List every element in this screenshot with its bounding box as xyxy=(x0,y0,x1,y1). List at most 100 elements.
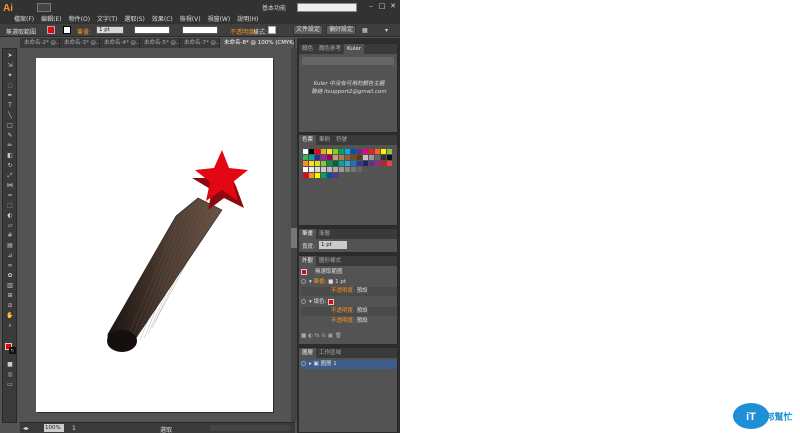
tab-kuler[interactable]: Kuler xyxy=(344,44,365,54)
artboard[interactable] xyxy=(36,58,273,412)
brush-dropdown[interactable] xyxy=(182,26,218,34)
stroke-row-label[interactable]: 筆畫: xyxy=(314,279,327,285)
layer-name[interactable]: 圖層 1 xyxy=(320,361,336,367)
color-swatch[interactable] xyxy=(321,173,326,178)
screen-mode-icon[interactable]: ▭ xyxy=(5,381,15,389)
document-tab[interactable]: 未命名-4* @... xyxy=(100,38,140,48)
preferences-button[interactable]: 偏好設定 xyxy=(326,25,356,35)
appearance-stroke-row[interactable]: ▾ 筆畫: ■ 1 pt xyxy=(301,278,397,287)
pencil-tool-icon[interactable]: ✏ xyxy=(5,142,15,150)
symbol-sprayer-icon[interactable]: ✿ xyxy=(5,272,15,280)
artwork[interactable] xyxy=(36,58,273,412)
perspective-grid-icon[interactable]: ▱ xyxy=(5,222,15,230)
color-swatch[interactable] xyxy=(345,149,350,154)
appearance-opacity-row[interactable]: 不透明度: 預設 xyxy=(301,307,397,316)
rectangle-tool-icon[interactable]: □ xyxy=(5,122,15,130)
tab-artboards[interactable]: 工作區域 xyxy=(316,348,344,358)
horizontal-scrollbar[interactable] xyxy=(210,425,290,431)
menu-type[interactable]: 文字(T) xyxy=(97,14,117,23)
color-swatch[interactable] xyxy=(375,161,380,166)
color-swatch[interactable] xyxy=(363,167,368,172)
appearance-fill-row[interactable]: ▾ 填色: xyxy=(301,298,397,307)
color-swatch[interactable] xyxy=(387,161,392,166)
blend-tool-icon[interactable]: ∞ xyxy=(5,262,15,270)
color-swatch[interactable] xyxy=(333,149,338,154)
color-swatch[interactable] xyxy=(363,161,368,166)
tab-swatches[interactable]: 色票 xyxy=(299,135,317,145)
color-swatch[interactable] xyxy=(327,167,332,172)
appearance-opacity-row[interactable]: 不透明度: 預設 xyxy=(301,287,397,296)
color-swatch[interactable] xyxy=(309,161,314,166)
color-swatch[interactable] xyxy=(303,167,308,172)
line-tool-icon[interactable]: ╲ xyxy=(5,112,15,120)
color-swatch[interactable] xyxy=(309,149,314,154)
color-swatch[interactable] xyxy=(333,155,338,160)
pen-tool-icon[interactable]: ✒ xyxy=(5,92,15,100)
menu-edit[interactable]: 編輯(E) xyxy=(41,14,61,23)
color-swatch[interactable] xyxy=(351,167,356,172)
color-swatch[interactable] xyxy=(333,173,338,178)
document-setup-button[interactable]: 文件設定 xyxy=(293,25,323,35)
draw-mode-icon[interactable]: ◎ xyxy=(5,371,15,379)
fill-row-swatch[interactable] xyxy=(328,298,335,305)
type-tool-icon[interactable]: T xyxy=(5,102,15,110)
color-swatch[interactable] xyxy=(333,167,338,172)
color-swatch[interactable] xyxy=(345,167,350,172)
color-swatch[interactable] xyxy=(375,155,380,160)
magic-wand-icon[interactable]: ✦ xyxy=(5,72,15,80)
search-input[interactable] xyxy=(297,3,357,12)
stroke-label[interactable]: 筆畫: xyxy=(77,27,91,36)
canvas-pasteboard[interactable] xyxy=(20,48,295,422)
color-swatch[interactable] xyxy=(357,167,362,172)
tab-gradient[interactable]: 漸層 xyxy=(316,229,333,239)
color-swatch[interactable] xyxy=(369,149,374,154)
color-swatch[interactable] xyxy=(321,161,326,166)
color-swatch[interactable] xyxy=(351,161,356,166)
color-swatch[interactable] xyxy=(309,155,314,160)
menu-effect[interactable]: 效果(C) xyxy=(152,14,173,23)
selection-tool-icon[interactable]: ➤ xyxy=(5,52,15,60)
extruded-tube[interactable] xyxy=(107,197,223,352)
color-swatch[interactable] xyxy=(381,161,386,166)
bridge-button[interactable] xyxy=(37,3,51,12)
direct-selection-tool-icon[interactable]: ⇲ xyxy=(5,62,15,70)
color-swatch[interactable] xyxy=(315,155,320,160)
color-swatch[interactable] xyxy=(321,155,326,160)
color-swatch[interactable] xyxy=(363,149,368,154)
color-swatch[interactable] xyxy=(321,167,326,172)
color-swatch[interactable] xyxy=(315,167,320,172)
color-swatch[interactable] xyxy=(303,173,308,178)
color-swatch[interactable] xyxy=(375,149,380,154)
shape-builder-tool-icon[interactable]: ◐ xyxy=(5,212,15,220)
zoom-field[interactable]: 100% xyxy=(44,424,64,432)
color-swatch[interactable] xyxy=(327,149,332,154)
graph-tool-icon[interactable]: ▥ xyxy=(5,282,15,290)
lasso-tool-icon[interactable]: ◌ xyxy=(5,82,15,90)
stroke-swatch[interactable] xyxy=(63,26,71,34)
color-swatch[interactable] xyxy=(351,155,356,160)
appearance-opacity-row[interactable]: 不透明度: 預設 xyxy=(301,317,397,326)
color-swatch[interactable] xyxy=(339,149,344,154)
color-swatch[interactable] xyxy=(387,155,392,160)
width-tool-icon[interactable]: ⋈ xyxy=(5,182,15,190)
warp-tool-icon[interactable]: ≈ xyxy=(5,192,15,200)
color-swatch[interactable] xyxy=(315,161,320,166)
tab-stroke[interactable]: 筆畫 xyxy=(299,229,317,239)
color-swatch[interactable] xyxy=(387,149,392,154)
layer-row[interactable]: ▸ ▣ 圖層 1 xyxy=(301,360,397,369)
menu-help[interactable]: 說明(H) xyxy=(237,14,258,23)
color-swatch[interactable] xyxy=(315,149,320,154)
color-swatch[interactable] xyxy=(357,161,362,166)
tab-symbols[interactable]: 符號 xyxy=(333,135,350,145)
arrange-icon[interactable]: ▦ xyxy=(362,27,368,34)
tab-graphic-styles[interactable]: 圖形樣式 xyxy=(316,256,344,266)
eye-icon[interactable] xyxy=(301,279,306,284)
color-swatch[interactable] xyxy=(303,161,308,166)
document-tab-active[interactable]: 未命名-8* @ 100% (CMYK/預覽) xyxy=(220,38,295,48)
eye-icon[interactable] xyxy=(301,299,306,304)
tab-color[interactable]: 顏色 xyxy=(299,44,316,54)
color-mode-icon[interactable]: ■ xyxy=(5,361,15,369)
menu-window[interactable]: 視窗(W) xyxy=(208,14,231,23)
color-swatch[interactable] xyxy=(351,149,356,154)
stroke-color-chip[interactable] xyxy=(9,347,16,354)
